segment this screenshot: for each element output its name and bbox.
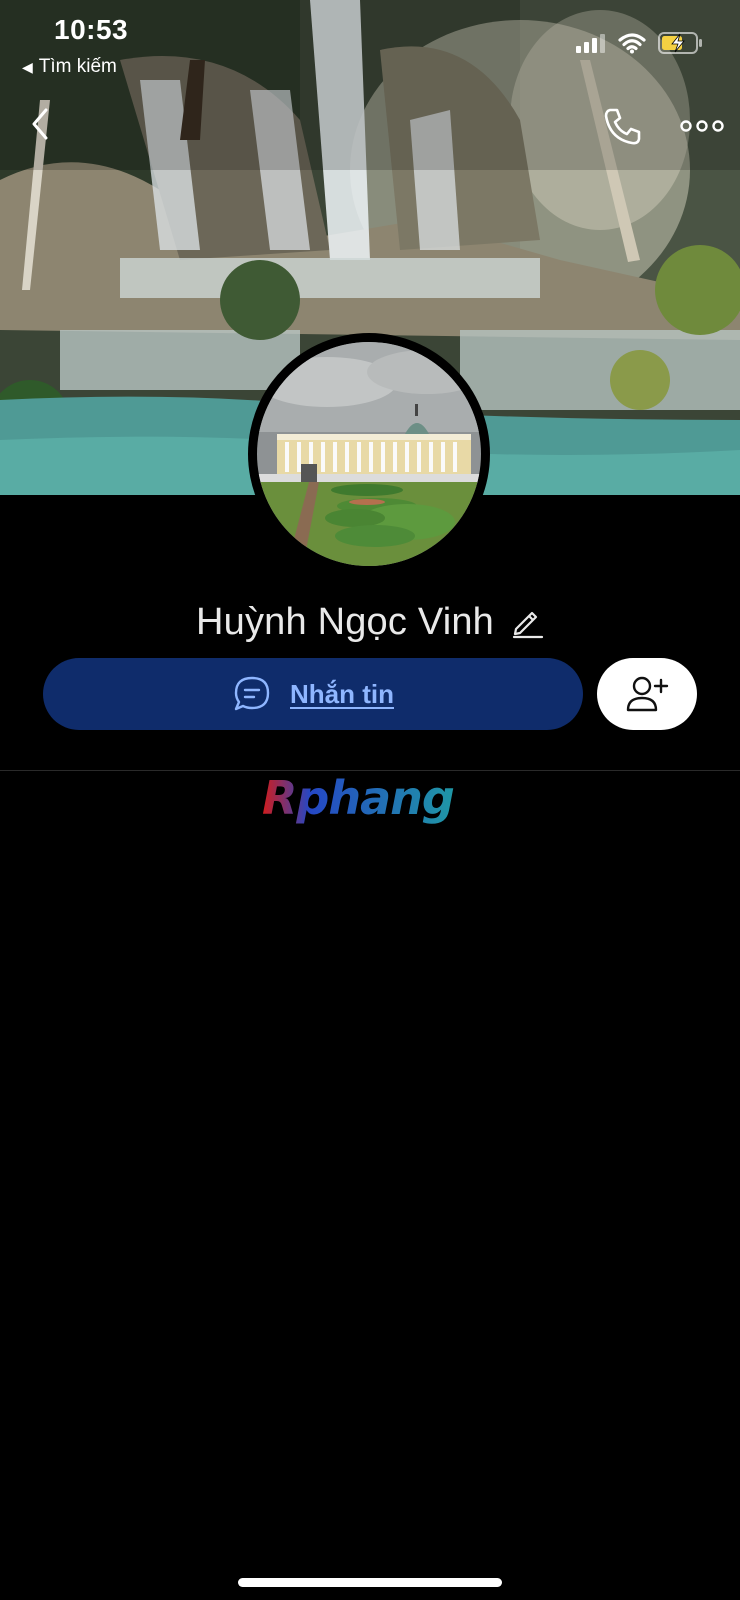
wifi-icon — [618, 33, 646, 54]
signal-icon — [576, 34, 605, 53]
watermark-logo: Rphang — [262, 771, 455, 825]
pencil-icon[interactable] — [510, 605, 544, 639]
status-time: 10:53 — [54, 14, 129, 45]
avatar[interactable] — [248, 333, 490, 575]
home-indicator[interactable] — [238, 1578, 502, 1587]
battery-charging-icon — [658, 32, 702, 54]
profile-name-row: Huỳnh Ngọc Vinh — [0, 596, 740, 648]
chat-bubble-icon — [234, 676, 270, 711]
user-plus-icon — [626, 676, 669, 712]
back-to-app-label: Tìm kiếm — [38, 56, 117, 77]
status-icons — [576, 30, 704, 56]
message-button[interactable]: Nhắn tin — [43, 658, 583, 730]
back-to-app-link[interactable]: ◀ Tìm kiếm — [22, 56, 117, 78]
add-friend-button[interactable] — [597, 658, 697, 730]
message-button-label: Nhắn tin — [290, 678, 394, 709]
svg-text:Rphang: Rphang — [262, 771, 454, 825]
phone-icon[interactable] — [600, 104, 644, 148]
more-horizontal-icon[interactable] — [680, 114, 724, 138]
avatar-photo — [257, 342, 481, 566]
chevron-left-icon[interactable] — [22, 104, 58, 144]
profile-name: Huỳnh Ngọc Vinh — [195, 600, 495, 643]
back-triangle-icon: ◀ — [22, 59, 33, 75]
